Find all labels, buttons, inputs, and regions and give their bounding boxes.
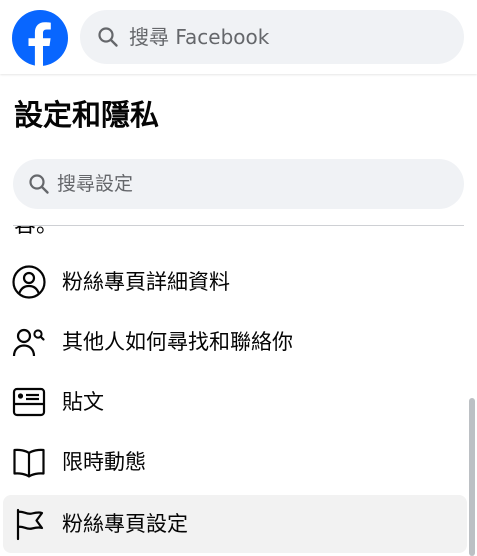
settings-search-field[interactable]: 搜尋設定 — [13, 159, 464, 209]
menu-item-label: 粉絲專頁詳細資料 — [62, 270, 230, 294]
post-card-icon — [12, 387, 46, 417]
people-search-icon — [12, 328, 45, 357]
menu-item-label: 貼文 — [62, 390, 104, 414]
facebook-search-placeholder: 搜尋 Facebook — [129, 25, 270, 49]
menu-item-label: 限時動態 — [62, 450, 146, 474]
profile-circle-icon — [12, 265, 46, 299]
menu-item-page-settings[interactable]: 粉絲專頁設定 — [3, 495, 467, 553]
clipped-description-text: 容。 — [14, 226, 58, 241]
flag-icon — [16, 508, 44, 541]
menu-item-stories[interactable]: 限時動態 — [3, 433, 467, 491]
facebook-search-field[interactable]: 搜尋 Facebook — [80, 10, 464, 64]
settings-search-placeholder: 搜尋設定 — [57, 173, 134, 195]
settings-page: 搜尋 Facebook 設定和隱私 搜尋設定 容。 粉絲專頁詳細資料 — [0, 0, 477, 556]
page-title: 設定和隱私 — [14, 98, 160, 132]
book-icon — [13, 448, 45, 478]
top-header: 搜尋 Facebook — [0, 0, 477, 74]
menu-item-label: 粉絲專頁設定 — [62, 512, 188, 536]
settings-menu-list[interactable]: 容。 粉絲專頁詳細資料 其他人如何尋找和聯絡你 — [0, 226, 477, 556]
search-icon — [29, 174, 49, 194]
facebook-logo[interactable] — [12, 10, 68, 66]
menu-item-page-details[interactable]: 粉絲專頁詳細資料 — [3, 253, 467, 311]
menu-item-how-people-find-you[interactable]: 其他人如何尋找和聯絡你 — [3, 313, 467, 371]
menu-item-label: 其他人如何尋找和聯絡你 — [62, 330, 293, 354]
menu-item-posts[interactable]: 貼文 — [3, 373, 467, 431]
search-icon — [98, 27, 118, 47]
scrollbar-thumb[interactable] — [469, 398, 475, 556]
